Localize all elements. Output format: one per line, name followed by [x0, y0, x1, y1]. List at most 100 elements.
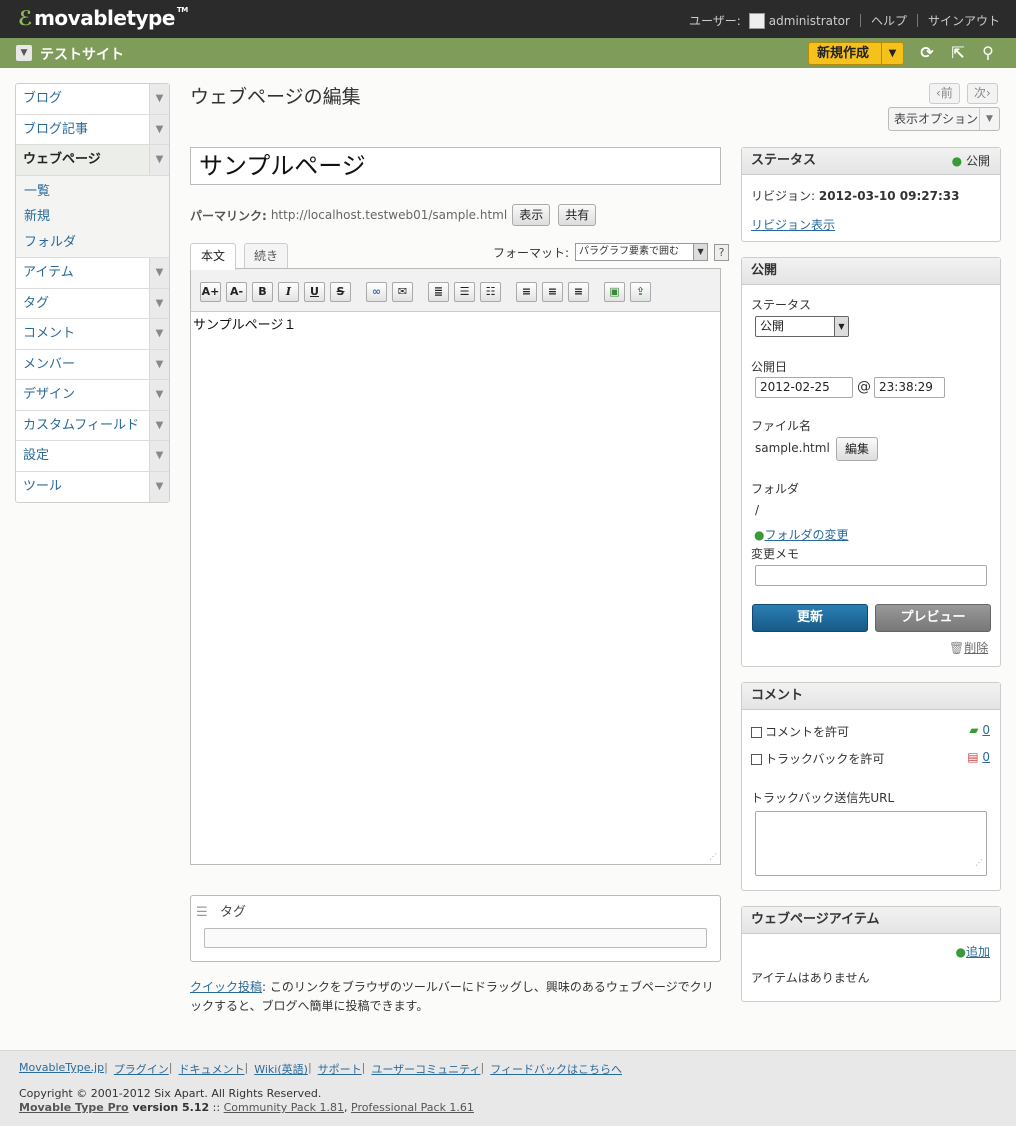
resize-handle-icon[interactable]: ⋰: [975, 853, 983, 872]
next-button[interactable]: 次›: [967, 83, 998, 104]
footer-link-wiki[interactable]: Wiki(英語): [254, 1061, 308, 1077]
folder-change-link[interactable]: フォルダの変更: [764, 528, 848, 542]
trackback-count-link[interactable]: 0: [982, 750, 990, 764]
new-button[interactable]: 新規作成 ▼: [808, 42, 904, 65]
external-link-icon[interactable]: ⇱: [949, 44, 967, 62]
quickpost-link[interactable]: クイック投稿: [190, 980, 262, 994]
time-input[interactable]: 23:38:29: [874, 377, 945, 398]
insert-image-icon[interactable]: ▣: [604, 282, 625, 302]
link-icon[interactable]: ∞: [366, 282, 387, 302]
sidebar-item-tags[interactable]: タグ ▼: [16, 288, 169, 319]
chevron-down-icon[interactable]: ▼: [149, 288, 169, 318]
username-link[interactable]: administrator: [769, 14, 850, 28]
sidebar-item-assets[interactable]: アイテム ▼: [16, 258, 169, 289]
indent-icon[interactable]: ≣: [428, 282, 449, 302]
allow-comments-row[interactable]: コメントを許可: [751, 723, 849, 740]
footer-link-community[interactable]: ユーザーコミュニティ: [371, 1061, 480, 1077]
sidebar-item-blog[interactable]: ブログ ▼: [16, 84, 169, 115]
footer-link-movabletype[interactable]: MovableType.jp: [19, 1061, 104, 1077]
allow-trackbacks-checkbox[interactable]: [751, 754, 762, 765]
subnav-new[interactable]: 新規: [16, 204, 169, 230]
trash-icon: 🗑: [949, 641, 965, 655]
chevron-down-icon[interactable]: ▼: [149, 349, 169, 379]
bold-icon[interactable]: B: [252, 282, 273, 302]
hamburger-icon[interactable]: ☰: [196, 905, 214, 920]
chevron-down-icon[interactable]: ▼: [881, 43, 903, 64]
email-icon[interactable]: ✉: [392, 282, 413, 302]
footer-link-feedback[interactable]: フィードバックはこちらへ: [490, 1061, 622, 1077]
title-input[interactable]: サンプルページ: [190, 147, 721, 185]
preview-button[interactable]: プレビュー: [875, 604, 991, 632]
sidebar-item-design[interactable]: デザイン ▼: [16, 380, 169, 411]
share-button[interactable]: 共有: [558, 204, 597, 226]
logo[interactable]: ℰmovabletype TM: [18, 6, 188, 30]
signout-link[interactable]: サインアウト: [928, 12, 1000, 29]
footer-link-support[interactable]: サポート: [318, 1061, 362, 1077]
memo-input[interactable]: [755, 565, 987, 586]
chevron-down-icon[interactable]: ▼: [149, 145, 169, 175]
strikethrough-icon[interactable]: S: [330, 282, 351, 302]
font-size-decrease-icon[interactable]: A-: [226, 282, 247, 302]
tab-more[interactable]: 続き: [244, 243, 288, 269]
chevron-down-icon[interactable]: ▼: [149, 114, 169, 144]
tab-body[interactable]: 本文: [190, 243, 236, 270]
comment-count-link[interactable]: 0: [982, 723, 990, 737]
chevron-down-icon[interactable]: ▼: [149, 380, 169, 410]
help-icon[interactable]: ?: [714, 243, 730, 261]
site-name[interactable]: テストサイト: [40, 44, 124, 64]
footer-link-plugins[interactable]: プラグイン: [114, 1061, 169, 1077]
format-select[interactable]: パラグラフ要素で囲む ▼: [575, 243, 709, 261]
view-button[interactable]: 表示: [512, 204, 551, 226]
subnav-list[interactable]: 一覧: [16, 179, 169, 205]
bullet-list-icon[interactable]: ☰: [454, 282, 475, 302]
help-link[interactable]: ヘルプ: [871, 12, 907, 29]
sidebar-item-tools[interactable]: ツール ▼: [16, 471, 169, 502]
display-options-button[interactable]: 表示オプション ▼: [888, 107, 1000, 131]
align-right-icon[interactable]: ≡: [568, 282, 589, 302]
delete-link[interactable]: 削除: [964, 641, 988, 655]
allow-comments-checkbox[interactable]: [751, 727, 762, 738]
insert-file-icon[interactable]: ⇪: [630, 282, 651, 302]
chevron-down-icon[interactable]: ▼: [149, 319, 169, 349]
font-size-increase-icon[interactable]: A+: [200, 282, 221, 302]
community-pack-link[interactable]: Community Pack 1.81: [224, 1101, 344, 1114]
professional-pack-link[interactable]: Professional Pack 1.61: [351, 1101, 474, 1114]
numbered-list-icon[interactable]: ☷: [480, 282, 501, 302]
date-input[interactable]: 2012-02-25: [755, 377, 853, 398]
revision-link[interactable]: リビジョン表示: [751, 216, 835, 233]
top-bar: ℰmovabletype TM ユーザー: administrator ヘルプ サ…: [0, 0, 1016, 38]
body-text[interactable]: サンプルページ１: [191, 312, 720, 335]
italic-icon[interactable]: I: [278, 282, 299, 302]
sidebar-item-custom-fields[interactable]: カスタムフィールド ▼: [16, 410, 169, 441]
chevron-down-icon[interactable]: ▼: [149, 471, 169, 502]
add-asset-link[interactable]: 追加: [966, 945, 990, 959]
sidebar-item-members[interactable]: メンバー ▼: [16, 349, 169, 380]
underline-icon[interactable]: U: [304, 282, 325, 302]
status-select[interactable]: 公開 ▼: [755, 316, 849, 337]
chevron-down-icon[interactable]: ▼: [149, 410, 169, 440]
product-link[interactable]: Movable Type Pro: [19, 1101, 129, 1114]
align-center-icon[interactable]: ≡: [542, 282, 563, 302]
sidebar-item-webpages[interactable]: ウェブページ ▼: [16, 145, 169, 176]
resize-handle-icon[interactable]: ⋰: [709, 852, 717, 861]
chevron-down-icon[interactable]: ▼: [149, 258, 169, 288]
sidebar-item-entries[interactable]: ブログ記事 ▼: [16, 114, 169, 145]
sidebar-item-settings[interactable]: 設定 ▼: [16, 441, 169, 472]
trackback-url-textarea[interactable]: ⋰: [755, 811, 987, 876]
update-button[interactable]: 更新: [752, 604, 868, 632]
search-icon[interactable]: ⚲: [979, 44, 997, 62]
refresh-icon[interactable]: ⟳: [918, 44, 936, 62]
allow-trackbacks-row[interactable]: トラックバックを許可: [751, 750, 884, 767]
edit-filename-button[interactable]: 編集: [836, 437, 879, 461]
sidebar-item-comments[interactable]: コメント ▼: [16, 319, 169, 350]
align-left-icon[interactable]: ≡: [516, 282, 537, 302]
prev-button[interactable]: ‹前: [929, 83, 960, 104]
tags-input[interactable]: [204, 928, 707, 948]
chevron-down-icon[interactable]: ▼: [149, 84, 169, 114]
publish-panel-title: 公開: [742, 258, 1000, 285]
chevron-down-icon[interactable]: ▼: [149, 441, 169, 471]
subnav-folders[interactable]: フォルダ: [16, 230, 169, 256]
site-dropdown-icon[interactable]: ▼: [16, 45, 32, 61]
avatar: [748, 12, 765, 29]
footer-link-docs[interactable]: ドキュメント: [179, 1061, 245, 1077]
